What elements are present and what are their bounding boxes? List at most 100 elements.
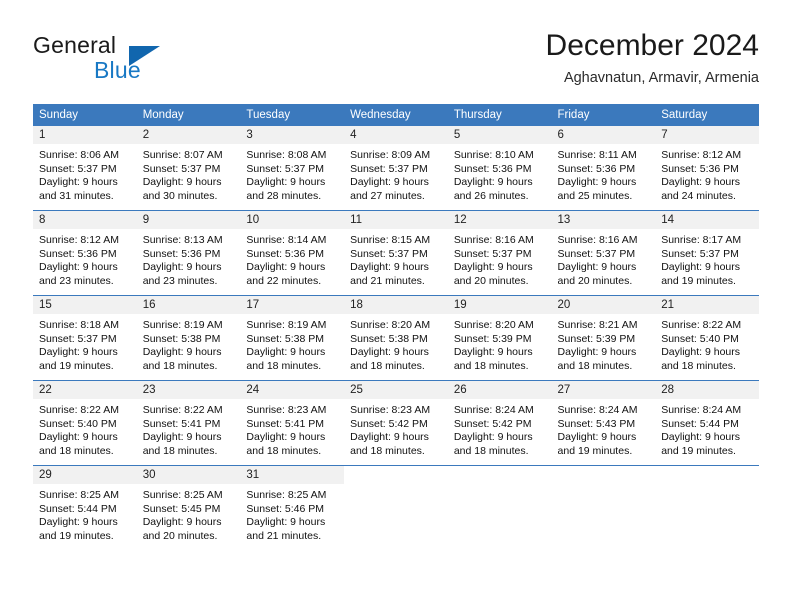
day-cell[interactable]: 14 Sunrise: 8:17 AM Sunset: 5:37 PM Dayligh… (655, 210, 759, 296)
sunrise-text: Sunrise: 8:23 AM (350, 404, 431, 416)
day-number: 21 (655, 296, 759, 314)
daylight-text-line1: Daylight: 9 hours (246, 346, 326, 359)
sunrise-text: Sunrise: 8:22 AM (661, 319, 742, 331)
sunrise-text: Sunrise: 8:15 AM (350, 234, 431, 246)
day-details: Sunrise: 8:18 AM Sunset: 5:37 PM Daylight:… (33, 314, 137, 373)
day-cell[interactable]: 3 Sunrise: 8:08 AM Sunset: 5:37 PM Daylight… (240, 126, 345, 211)
day-cell[interactable]: 18 Sunrise: 8:20 AM Sunset: 5:38 PM Dayligh… (344, 295, 448, 381)
day-cell[interactable]: 19 Sunrise: 8:20 AM Sunset: 5:39 PM Dayligh… (447, 295, 552, 381)
title-block: December 2024 Aghavnatun, Armavir, Armen… (546, 28, 759, 88)
day-number: 2 (136, 126, 241, 144)
day-cell[interactable]: 8 Sunrise: 8:12 AM Sunset: 5:36 PM Daylight… (33, 210, 137, 296)
sunset-text: Sunset: 5:38 PM (246, 332, 325, 345)
day-details: Sunrise: 8:07 AM Sunset: 5:37 PM Daylight:… (137, 144, 241, 203)
sunrise-text: Sunrise: 8:22 AM (142, 404, 223, 416)
sunset-text: Sunset: 5:37 PM (39, 332, 117, 345)
logo-text-blue: Blue (94, 57, 141, 83)
day-number: 28 (655, 381, 759, 399)
day-cell[interactable]: 10 Sunrise: 8:14 AM Sunset: 5:36 PM Dayligh… (240, 210, 345, 296)
day-cell[interactable]: 28 Sunrise: 8:24 AM Sunset: 5:44 PM Dayligh… (655, 380, 759, 466)
week-row: 29 Sunrise: 8:25 AM Sunset: 5:44 PM Dayligh… (33, 465, 759, 550)
daylight-text-line1: Daylight: 9 hours (557, 261, 637, 274)
sunset-text: Sunset: 5:38 PM (350, 332, 428, 345)
daylight-text-line1: Daylight: 9 hours (350, 176, 429, 189)
day-cell[interactable]: 24 Sunrise: 8:23 AM Sunset: 5:41 PM Dayligh… (240, 380, 345, 466)
sunset-text: Sunset: 5:41 PM (142, 417, 221, 430)
day-cell[interactable]: 11 Sunrise: 8:15 AM Sunset: 5:37 PM Dayligh… (344, 210, 448, 296)
daylight-text-line1: Daylight: 9 hours (557, 176, 637, 189)
day-number: 1 (33, 126, 137, 144)
sunrise-text: Sunrise: 8:14 AM (246, 234, 327, 246)
day-details: Sunrise: 8:24 AM Sunset: 5:42 PM Daylight:… (448, 399, 552, 458)
sunrise-sunset-calendar: Sunday Monday Tuesday Wednesday Thursday… (33, 104, 759, 550)
sunset-text: Sunset: 5:39 PM (557, 332, 636, 345)
day-cell[interactable]: 9 Sunrise: 8:13 AM Sunset: 5:36 PM Daylight… (136, 210, 241, 296)
day-details: Sunrise: 8:13 AM Sunset: 5:36 PM Daylight:… (137, 229, 241, 288)
sunrise-text: Sunrise: 8:20 AM (453, 319, 534, 331)
day-details: Sunrise: 8:24 AM Sunset: 5:44 PM Daylight:… (655, 399, 759, 458)
weekday-header-monday: Monday (136, 104, 241, 126)
weekday-header-sunday: Sunday (33, 104, 137, 126)
day-details: Sunrise: 8:22 AM Sunset: 5:41 PM Daylight:… (137, 399, 241, 458)
day-cell[interactable]: 31 Sunrise: 8:25 AM Sunset: 5:46 PM Dayligh… (240, 465, 345, 550)
day-number: 24 (240, 381, 345, 399)
day-cell[interactable]: 6 Sunrise: 8:11 AM Sunset: 5:36 PM Daylight… (551, 126, 656, 211)
daylight-text-line2: and 18 minutes. (39, 444, 114, 457)
sunset-text: Sunset: 5:46 PM (246, 502, 325, 515)
day-cell[interactable]: 13 Sunrise: 8:16 AM Sunset: 5:37 PM Dayligh… (551, 210, 656, 296)
sunrise-text: Sunrise: 8:19 AM (246, 319, 327, 331)
daylight-text-line2: and 20 minutes. (557, 274, 633, 287)
daylight-text-line1: Daylight: 9 hours (39, 261, 118, 274)
day-cell[interactable]: 12 Sunrise: 8:16 AM Sunset: 5:37 PM Dayligh… (447, 210, 552, 296)
daylight-text-line1: Daylight: 9 hours (453, 261, 533, 274)
day-cell[interactable]: 23 Sunrise: 8:22 AM Sunset: 5:41 PM Dayligh… (136, 380, 241, 466)
sunrise-text: Sunrise: 8:07 AM (142, 149, 223, 161)
week-row: 15 Sunrise: 8:18 AM Sunset: 5:37 PM Dayligh… (33, 295, 759, 381)
day-cell-empty (344, 465, 448, 550)
page-title: December 2024 (545, 29, 759, 62)
day-cell[interactable]: 21 Sunrise: 8:22 AM Sunset: 5:40 PM Dayligh… (655, 295, 759, 381)
daylight-text-line1: Daylight: 9 hours (246, 431, 326, 444)
day-cell[interactable]: 5 Sunrise: 8:10 AM Sunset: 5:36 PM Daylight… (447, 126, 552, 211)
day-cell-empty (655, 465, 759, 550)
sunset-text: Sunset: 5:45 PM (142, 502, 221, 515)
sunset-text: Sunset: 5:37 PM (350, 162, 428, 175)
day-cell[interactable]: 27 Sunrise: 8:24 AM Sunset: 5:43 PM Dayligh… (551, 380, 656, 466)
day-details: Sunrise: 8:20 AM Sunset: 5:38 PM Daylight:… (344, 314, 448, 373)
sunrise-text: Sunrise: 8:16 AM (557, 234, 638, 246)
general-blue-logo[interactable]: General Blue (33, 32, 253, 88)
daylight-text-line2: and 31 minutes. (39, 189, 114, 202)
daylight-text-line1: Daylight: 9 hours (557, 346, 637, 359)
day-number (551, 466, 656, 484)
day-cell[interactable]: 7 Sunrise: 8:12 AM Sunset: 5:36 PM Daylight… (655, 126, 759, 211)
day-details: Sunrise: 8:19 AM Sunset: 5:38 PM Daylight:… (137, 314, 241, 373)
daylight-text-line1: Daylight: 9 hours (39, 431, 118, 444)
day-cell[interactable]: 4 Sunrise: 8:09 AM Sunset: 5:37 PM Daylight… (344, 126, 448, 211)
day-cell[interactable]: 15 Sunrise: 8:18 AM Sunset: 5:37 PM Dayligh… (33, 295, 137, 381)
sunset-text: Sunset: 5:41 PM (246, 417, 325, 430)
sunrise-text: Sunrise: 8:25 AM (39, 489, 119, 501)
daylight-text-line2: and 18 minutes. (246, 444, 322, 457)
day-number: 3 (240, 126, 345, 144)
day-cell[interactable]: 2 Sunrise: 8:07 AM Sunset: 5:37 PM Daylight… (136, 126, 241, 211)
day-number: 16 (136, 296, 241, 314)
daylight-text-line2: and 18 minutes. (142, 359, 218, 372)
daylight-text-line2: and 28 minutes. (246, 189, 322, 202)
day-cell[interactable]: 22 Sunrise: 8:22 AM Sunset: 5:40 PM Dayligh… (33, 380, 137, 466)
day-details: Sunrise: 8:24 AM Sunset: 5:43 PM Daylight:… (552, 399, 656, 458)
day-cell[interactable]: 1 Sunrise: 8:06 AM Sunset: 5:37 PM Daylight… (33, 126, 137, 211)
day-cell[interactable]: 25 Sunrise: 8:23 AM Sunset: 5:42 PM Dayligh… (344, 380, 448, 466)
day-cell[interactable]: 26 Sunrise: 8:24 AM Sunset: 5:42 PM Dayligh… (447, 380, 552, 466)
day-cell[interactable]: 17 Sunrise: 8:19 AM Sunset: 5:38 PM Dayligh… (240, 295, 345, 381)
day-cell[interactable]: 20 Sunrise: 8:21 AM Sunset: 5:39 PM Dayligh… (551, 295, 656, 381)
day-cell[interactable]: 16 Sunrise: 8:19 AM Sunset: 5:38 PM Dayligh… (136, 295, 241, 381)
day-details: Sunrise: 8:25 AM Sunset: 5:44 PM Daylight:… (33, 484, 137, 543)
daylight-text-line1: Daylight: 9 hours (661, 431, 741, 444)
daylight-text-line1: Daylight: 9 hours (142, 176, 222, 189)
day-cell[interactable]: 30 Sunrise: 8:25 AM Sunset: 5:45 PM Dayligh… (136, 465, 241, 550)
day-cell[interactable]: 29 Sunrise: 8:25 AM Sunset: 5:44 PM Dayligh… (33, 465, 137, 550)
day-number: 15 (33, 296, 137, 314)
daylight-text-line1: Daylight: 9 hours (246, 516, 326, 529)
sunrise-text: Sunrise: 8:11 AM (557, 149, 637, 161)
daylight-text-line1: Daylight: 9 hours (661, 261, 741, 274)
